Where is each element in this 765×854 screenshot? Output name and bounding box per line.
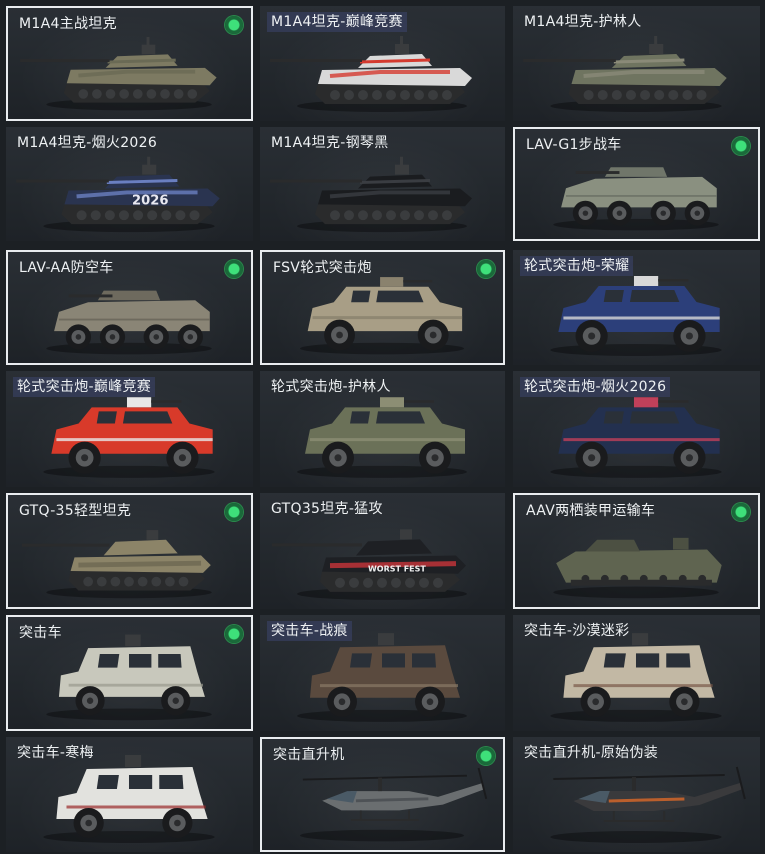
vehicle-model-image: [550, 633, 722, 722]
vehicle-model-image: [523, 36, 727, 112]
vehicle-name: 轮式突击炮-巅峰竞赛: [13, 377, 156, 397]
vehicle-model-image: 2026: [16, 156, 220, 233]
vehicle-model-image: [550, 276, 722, 356]
vehicle-model-image: [299, 767, 488, 842]
vehicle-name: M1A4坦克-烟火2026: [17, 135, 158, 151]
vehicle-name: AAV两栖装甲运输车: [526, 503, 656, 519]
vehicle-card[interactable]: M1A4主战坦克: [6, 6, 253, 121]
owned-indicator-icon: [225, 16, 243, 34]
vehicle-card[interactable]: FSV轮式突击炮: [260, 250, 505, 365]
vehicle-name: 突击车-战痕: [267, 621, 352, 641]
vehicle-model-image: [270, 156, 472, 233]
skin-decal-text: WORST FEST: [368, 565, 426, 574]
vehicle-name: M1A4坦克-巅峰竞赛: [267, 12, 407, 32]
vehicle-card[interactable]: 突击直升机: [260, 737, 505, 852]
vehicle-name: 轮式突击炮-荣耀: [520, 256, 634, 276]
vehicle-model-image: [299, 277, 465, 355]
vehicle-card[interactable]: 突击车-寒梅: [6, 737, 253, 852]
vehicle-model-image: [20, 36, 217, 111]
vehicle-card[interactable]: 轮式突击炮-荣耀: [513, 250, 760, 365]
vehicle-model-image: [550, 766, 746, 843]
vehicle-card[interactable]: AAV两栖装甲运输车: [513, 493, 760, 609]
vehicle-name: M1A4坦克-钢琴黑: [271, 135, 389, 151]
vehicle-model-image: WORST FEST: [272, 529, 467, 600]
vehicle-model-image: [21, 530, 212, 599]
vehicle-name: GTQ-35轻型坦克: [19, 503, 132, 519]
vehicle-card[interactable]: M1A4坦克-护林人: [513, 6, 760, 121]
owned-indicator-icon: [225, 260, 243, 278]
owned-indicator-icon: [477, 747, 495, 765]
vehicle-card[interactable]: 突击车: [6, 615, 253, 731]
owned-indicator-icon: [732, 137, 750, 155]
vehicle-name: LAV-AA防空车: [19, 260, 114, 276]
vehicle-card[interactable]: 突击直升机-原始伪装: [513, 737, 760, 852]
vehicle-name: 轮式突击炮-护林人: [271, 379, 391, 395]
vehicle-card[interactable]: GTQ-35轻型坦克: [6, 493, 253, 609]
owned-indicator-icon: [477, 260, 495, 278]
vehicle-name: FSV轮式突击炮: [273, 260, 372, 276]
vehicle-model-image: [550, 397, 722, 478]
owned-indicator-icon: [225, 503, 243, 521]
vehicle-name: LAV-G1步战车: [526, 137, 622, 153]
vehicle-model-image: [43, 755, 215, 843]
vehicle-model-image: [46, 634, 212, 721]
vehicle-name: 轮式突击炮-烟火2026: [520, 377, 671, 397]
vehicle-card[interactable]: 轮式突击炮-巅峰竞赛: [6, 371, 253, 487]
owned-indicator-icon: [732, 503, 750, 521]
vehicle-skin-grid: M1A4主战坦克 M1A4坦克-巅峰竞赛 M1A4坦克-护林人 2026 M1A4坦克-…: [0, 0, 765, 854]
vehicle-model-image: [553, 167, 719, 231]
vehicle-model-image: [46, 290, 212, 355]
skin-decal-text: 2026: [132, 193, 168, 208]
vehicle-card[interactable]: M1A4坦克-钢琴黑: [260, 127, 505, 241]
vehicle-name: M1A4主战坦克: [19, 16, 117, 32]
vehicle-name: 突击直升机-原始伪装: [524, 745, 659, 761]
vehicle-model-image: [553, 537, 722, 599]
vehicle-name: M1A4坦克-护林人: [524, 14, 642, 30]
vehicle-model-image: [297, 397, 467, 478]
vehicle-card[interactable]: LAV-AA防空车: [6, 250, 253, 365]
vehicle-card[interactable]: 轮式突击炮-烟火2026: [513, 371, 760, 487]
vehicle-card[interactable]: WORST FEST GTQ35坦克-猛攻: [260, 493, 505, 609]
vehicle-name: 突击车: [19, 625, 62, 641]
vehicle-name: 突击车-寒梅: [17, 745, 94, 761]
vehicle-name: GTQ35坦克-猛攻: [271, 501, 383, 517]
vehicle-card[interactable]: 轮式突击炮-护林人: [260, 371, 505, 487]
vehicle-card[interactable]: 2026 M1A4坦克-烟火2026: [6, 127, 253, 241]
vehicle-name: 突击车-沙漠迷彩: [524, 623, 630, 639]
vehicle-model-image: [270, 36, 472, 112]
vehicle-card[interactable]: LAV-G1步战车: [513, 127, 760, 241]
vehicle-card[interactable]: 突击车-沙漠迷彩: [513, 615, 760, 731]
vehicle-card[interactable]: M1A4坦克-巅峰竞赛: [260, 6, 505, 121]
vehicle-model-image: [43, 397, 215, 478]
vehicle-name: 突击直升机: [273, 747, 345, 763]
vehicle-card[interactable]: 突击车-战痕: [260, 615, 505, 731]
owned-indicator-icon: [225, 625, 243, 643]
vehicle-model-image: [297, 633, 467, 722]
